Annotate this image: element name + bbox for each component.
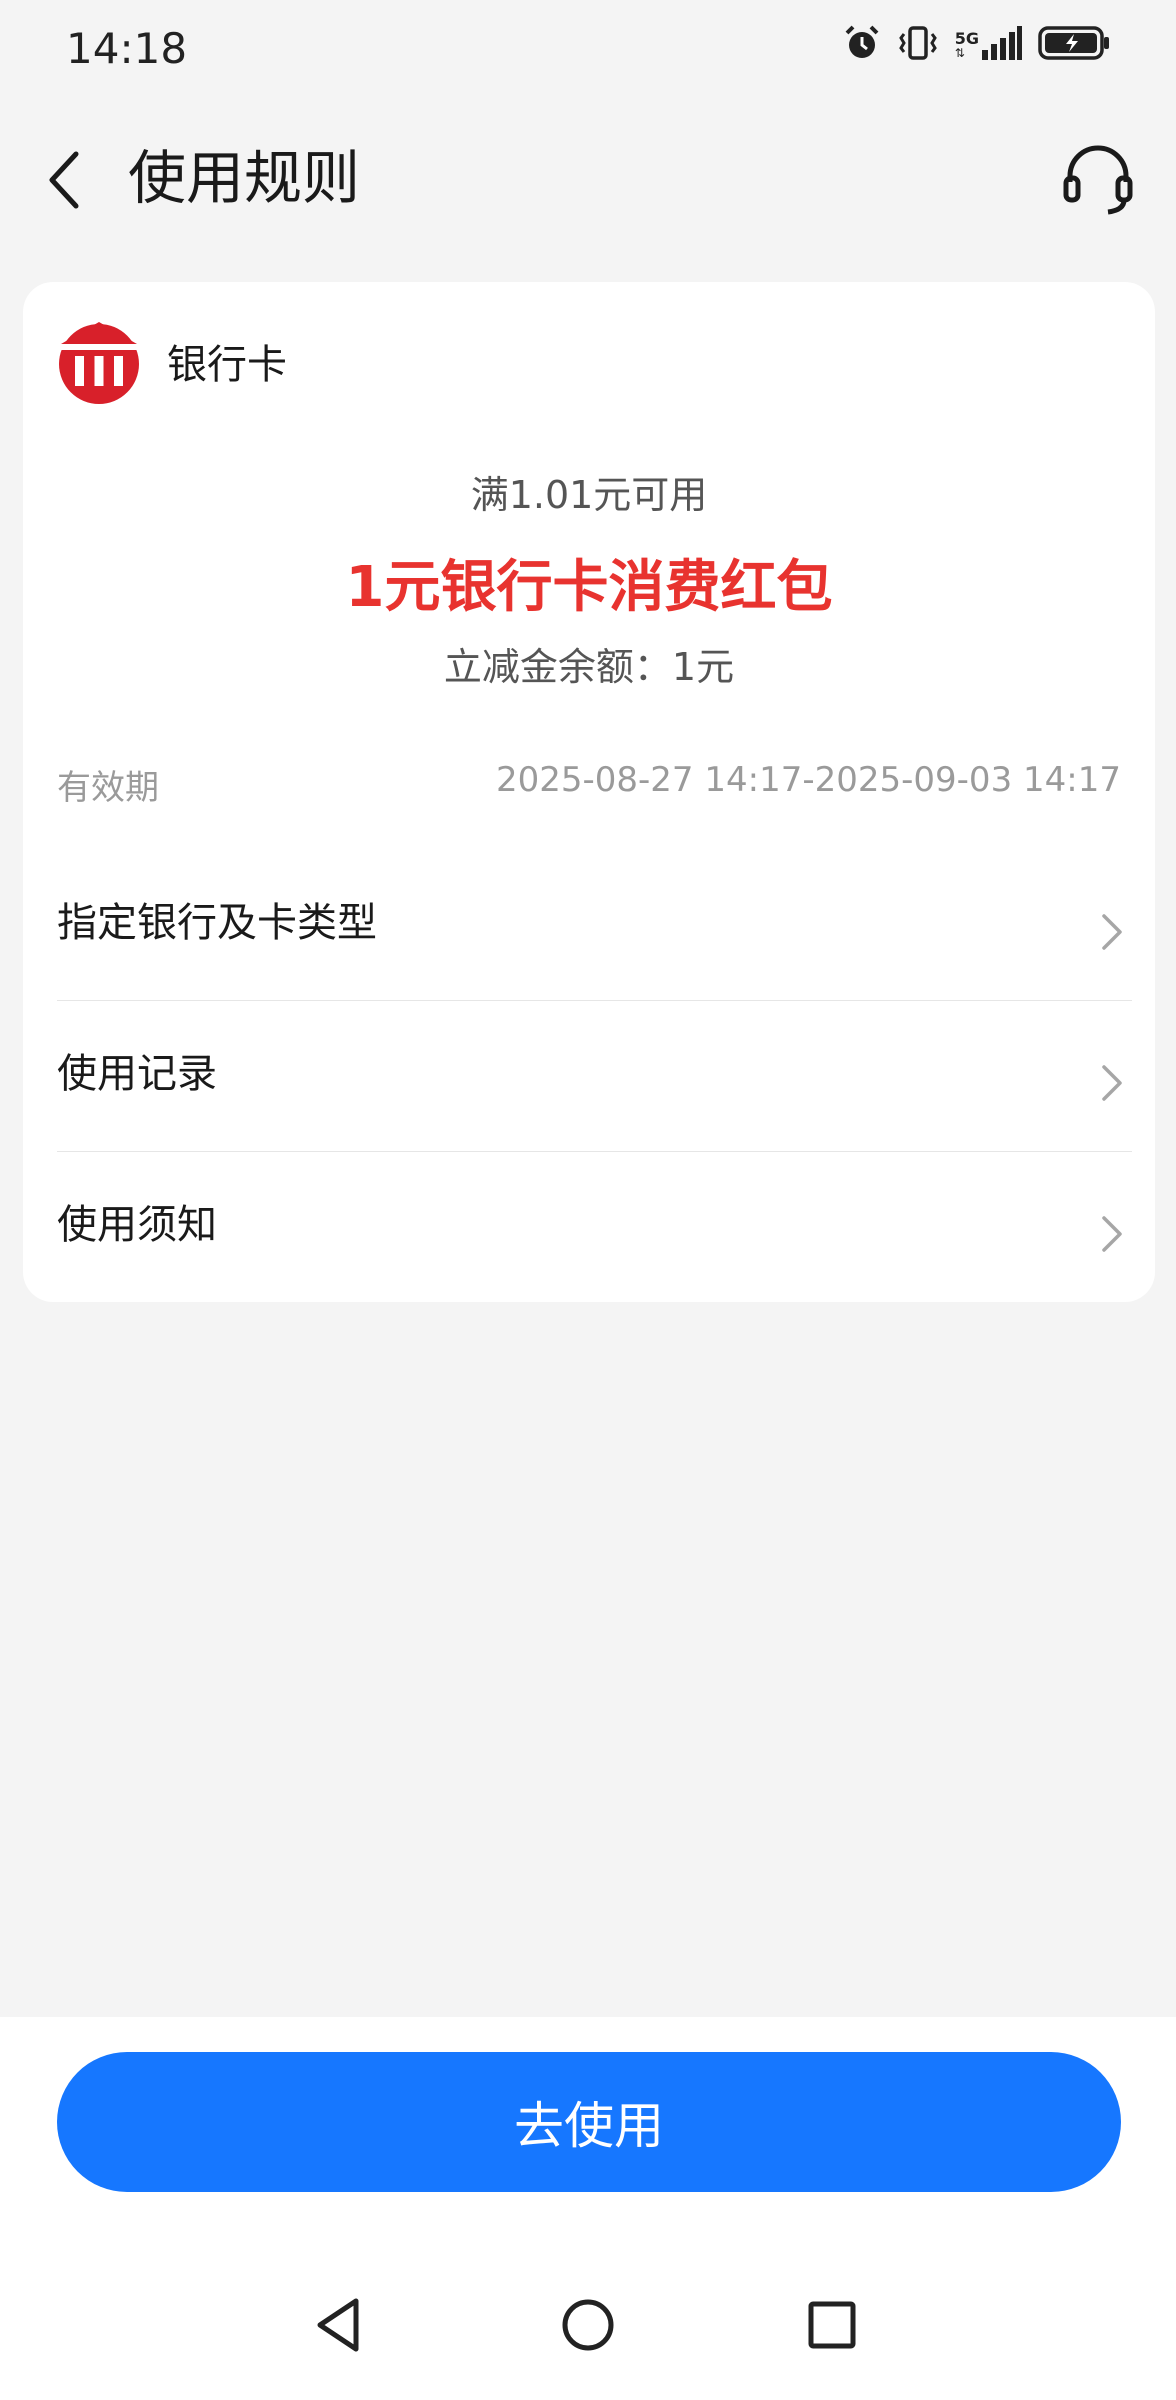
card-type: 银行卡 [57, 316, 287, 406]
validity-period: 有效期 2025-08-27 14:17-2025-09-03 14:17 [57, 760, 1121, 809]
chevron-right-icon [1102, 914, 1122, 950]
status-time: 14:18 [66, 24, 188, 73]
menu-item-usage-records[interactable]: 使用记录 [57, 1001, 1132, 1152]
alarm-icon [845, 25, 879, 58]
nav-home-button[interactable] [548, 2285, 628, 2365]
menu-item-label: 使用记录 [57, 1051, 217, 1097]
triangle-back-icon [317, 2298, 359, 2352]
page-title: 使用规则 [128, 144, 361, 212]
use-coupon-button[interactable]: 去使用 [57, 2052, 1121, 2192]
back-button[interactable] [40, 148, 100, 212]
header: 使用规则 [0, 120, 1176, 240]
battery-charging-icon [1038, 26, 1109, 60]
status-bar: 14:18 5G ⇅ [0, 0, 1176, 100]
chevron-right-icon [1102, 1216, 1122, 1252]
chevron-right-icon [1102, 1065, 1122, 1101]
bank-icon [59, 322, 139, 404]
status-icons: 5G ⇅ [843, 24, 1110, 62]
validity-value: 2025-08-27 14:17-2025-09-03 14:17 [495, 760, 1121, 800]
headset-icon [1063, 145, 1133, 215]
rules-menu: 指定银行及卡类型 使用记录 使用须知 [57, 850, 1132, 1302]
menu-item-usage-notice[interactable]: 使用须知 [57, 1152, 1132, 1302]
card-type-label: 银行卡 [167, 342, 287, 388]
customer-service-button[interactable] [1060, 142, 1136, 218]
signal-indicator: 5G ⇅ [955, 26, 1022, 60]
menu-item-label: 指定银行及卡类型 [57, 900, 377, 946]
menu-item-designated-banks[interactable]: 指定银行及卡类型 [57, 850, 1132, 1001]
menu-item-label: 使用须知 [57, 1202, 217, 1248]
signal-icon [982, 26, 1022, 60]
coupon-balance: 立减金余额：1元 [443, 645, 735, 689]
nav-recents-button[interactable] [792, 2285, 872, 2365]
chevron-left-icon [49, 151, 79, 209]
nav-back-button[interactable] [300, 2285, 380, 2365]
coupon-title: 1元银行卡消费红包 [345, 555, 833, 620]
square-recents-icon [808, 2301, 856, 2349]
bottom-action-area: 去使用 [0, 2017, 1176, 2400]
vibrate-icon [898, 26, 937, 60]
network-type: 5G [954, 29, 979, 48]
usage-threshold: 满1.01元可用 [470, 473, 708, 517]
circle-home-icon [562, 2299, 614, 2351]
system-navigation-bar [0, 2285, 1176, 2365]
coupon-card: 银行卡 满1.01元可用 1元银行卡消费红包 立减金余额：1元 有效期 2025… [23, 282, 1155, 1302]
validity-label: 有效期 [57, 768, 159, 808]
